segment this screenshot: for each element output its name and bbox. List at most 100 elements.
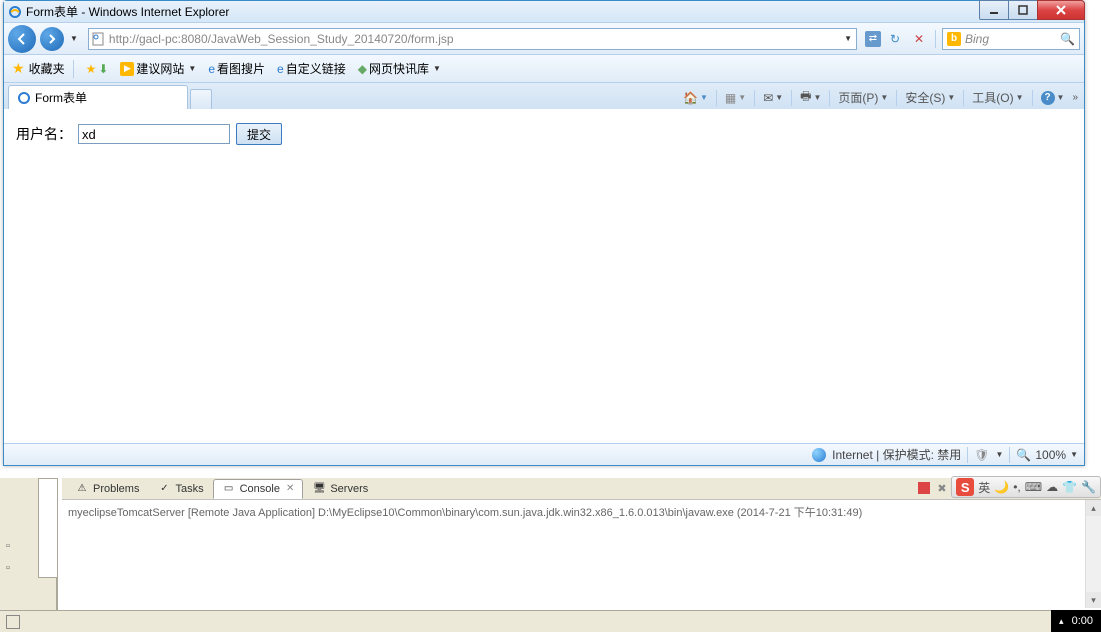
- separator: [716, 90, 717, 106]
- fav-suggested-sites[interactable]: ▶建议网站▼: [116, 58, 200, 79]
- scroll-up-button[interactable]: ▴: [1086, 500, 1101, 516]
- eclipse-statusbar-left: [0, 610, 62, 632]
- eclipse-minimized-view[interactable]: [38, 478, 58, 578]
- ie-page-icon: [17, 91, 31, 105]
- eclipse-left-gutter: ▫ ▫ ▫: [0, 478, 58, 632]
- scrollbar[interactable]: ▴ ▾: [1085, 500, 1101, 608]
- search-icon[interactable]: 🔍: [1060, 32, 1075, 46]
- print-button[interactable]: 🖶▼: [798, 85, 823, 110]
- ie-logo-icon: [8, 5, 22, 19]
- tasks-icon: ✓: [157, 482, 171, 496]
- separator: [73, 60, 74, 78]
- remove-launch-button[interactable]: ✖: [934, 480, 950, 496]
- tools-menu[interactable]: 工具(O)▼: [970, 87, 1025, 108]
- separator: [1009, 447, 1010, 463]
- tab-title: Form表单: [35, 89, 87, 106]
- url-dropdown[interactable]: ▼: [842, 34, 854, 43]
- window-title: Form表单 - Windows Internet Explorer: [26, 3, 229, 20]
- page-menu[interactable]: 页面(P)▼: [836, 87, 890, 108]
- browser-tab[interactable]: Form表单: [8, 85, 188, 109]
- separator: [967, 447, 968, 463]
- eclipse-statusbar: [62, 610, 1101, 632]
- separator: [1032, 90, 1033, 106]
- compat-view-icon[interactable]: ⇄: [865, 31, 881, 47]
- fav-image-search[interactable]: e看图搜片: [204, 58, 269, 79]
- eclipse-tab-console[interactable]: ▭Console✕: [213, 479, 304, 499]
- console-text: myeclipseTomcatServer [Remote Java Appli…: [68, 507, 862, 519]
- ie-page-icon: e: [277, 62, 284, 76]
- separator: [791, 90, 792, 106]
- page-icon: [91, 32, 105, 46]
- help-button[interactable]: ?▼: [1039, 89, 1067, 107]
- forward-button[interactable]: [40, 27, 64, 51]
- problems-icon: ⚠: [75, 482, 89, 496]
- site-icon: ▶: [120, 62, 134, 76]
- zoom-dropdown[interactable]: ▼: [1070, 450, 1078, 459]
- zoom-control[interactable]: 🔍 100% ▼: [1016, 448, 1078, 462]
- favorites-add-icon[interactable]: ★⬇: [82, 60, 113, 78]
- back-button[interactable]: [8, 25, 36, 53]
- fav-custom-links[interactable]: e自定义链接: [273, 58, 350, 79]
- fav-web-slices[interactable]: ◆网页快讯库▼: [354, 58, 445, 79]
- eclipse-restore-icon[interactable]: ▫: [6, 540, 22, 556]
- home-button[interactable]: 🏠▼: [681, 89, 710, 107]
- tab-close-icon[interactable]: ✕: [286, 483, 294, 494]
- url-input[interactable]: [109, 32, 842, 46]
- expand-toolbar[interactable]: »: [1072, 92, 1078, 103]
- eclipse-view-icon[interactable]: ▫: [6, 562, 22, 578]
- username-label: 用户名：: [16, 124, 72, 144]
- ie-page-icon: e: [208, 62, 215, 76]
- taskbar-arrow-icon[interactable]: ▴: [1059, 616, 1064, 627]
- command-bar: 🏠▼ ▦▼ ✉▼ 🖶▼ 页面(P)▼ 安全(S)▼ 工具(O)▼ ?▼ »: [681, 85, 1078, 110]
- eclipse-tab-tasks[interactable]: ✓Tasks: [148, 479, 212, 499]
- safety-menu[interactable]: 安全(S)▼: [903, 87, 957, 108]
- ime-punct-icon[interactable]: •,: [1013, 480, 1021, 494]
- ime-lang[interactable]: 英: [978, 479, 990, 496]
- minimize-button[interactable]: [979, 0, 1009, 20]
- favorites-label[interactable]: 收藏夹: [29, 60, 65, 77]
- console-icon: ▭: [222, 482, 236, 496]
- titlebar: Form表单 - Windows Internet Explorer: [4, 1, 1084, 23]
- zoom-icon: 🔍: [1016, 448, 1031, 462]
- ime-keyboard-icon[interactable]: ⌨: [1025, 480, 1042, 494]
- submit-button[interactable]: 提交: [236, 123, 282, 145]
- eclipse-tab-servers[interactable]: 🖥Servers: [303, 479, 377, 499]
- servers-icon: 🖥: [312, 482, 326, 496]
- status-bar: Internet | 保护模式: 禁用 🛡 ▼ 🔍 100% ▼: [4, 443, 1084, 465]
- bing-icon: b: [947, 32, 961, 46]
- stop-button[interactable]: ✕: [909, 29, 929, 49]
- favorites-bar: ★ 收藏夹 ★⬇ ▶建议网站▼ e看图搜片 e自定义链接 ◆网页快讯库▼: [4, 55, 1084, 83]
- eclipse-tab-problems[interactable]: ⚠Problems: [66, 479, 148, 499]
- window-controls: [980, 0, 1085, 20]
- eclipse-perspective-icon[interactable]: [6, 615, 20, 629]
- protected-mode-icon[interactable]: 🛡: [974, 448, 989, 462]
- search-box[interactable]: b Bing 🔍: [942, 28, 1080, 50]
- page-body: 用户名： 提交: [4, 109, 1084, 159]
- close-button[interactable]: [1037, 0, 1085, 20]
- separator: [896, 90, 897, 106]
- username-input[interactable]: [78, 124, 230, 144]
- refresh-button[interactable]: ↻: [885, 29, 905, 49]
- terminate-button[interactable]: [916, 480, 932, 496]
- maximize-button[interactable]: [1008, 0, 1038, 20]
- nav-toolbar: ▼ ▼ ⇄ ↻ ✕ b Bing 🔍: [4, 23, 1084, 55]
- rss-button[interactable]: ▦▼: [723, 89, 748, 107]
- ime-toolbar: S 英 🌙 •, ⌨ ☁ 👕 🔧: [951, 476, 1101, 498]
- ime-tool-icon[interactable]: 🔧: [1081, 480, 1096, 494]
- mail-button[interactable]: ✉▼: [761, 89, 785, 107]
- console-output: myeclipseTomcatServer [Remote Java Appli…: [62, 500, 1101, 608]
- protected-dropdown[interactable]: ▼: [996, 450, 1004, 459]
- ime-cloud-icon[interactable]: ☁: [1046, 480, 1058, 494]
- ime-moon-icon[interactable]: 🌙: [994, 480, 1009, 494]
- clock-time: 0:00: [1072, 615, 1093, 627]
- nav-history-dropdown[interactable]: ▼: [68, 34, 80, 43]
- scroll-down-button[interactable]: ▾: [1086, 592, 1101, 608]
- help-icon: ?: [1041, 91, 1055, 105]
- new-tab-button[interactable]: [190, 89, 212, 109]
- ime-skin-icon[interactable]: 👕: [1062, 480, 1077, 494]
- address-bar[interactable]: ▼: [88, 28, 857, 50]
- favorites-star-icon[interactable]: ★: [12, 60, 25, 77]
- taskbar-clock: ▴ 0:00: [1051, 610, 1101, 632]
- sogou-ime-icon[interactable]: S: [956, 478, 974, 496]
- search-placeholder: Bing: [965, 32, 1060, 46]
